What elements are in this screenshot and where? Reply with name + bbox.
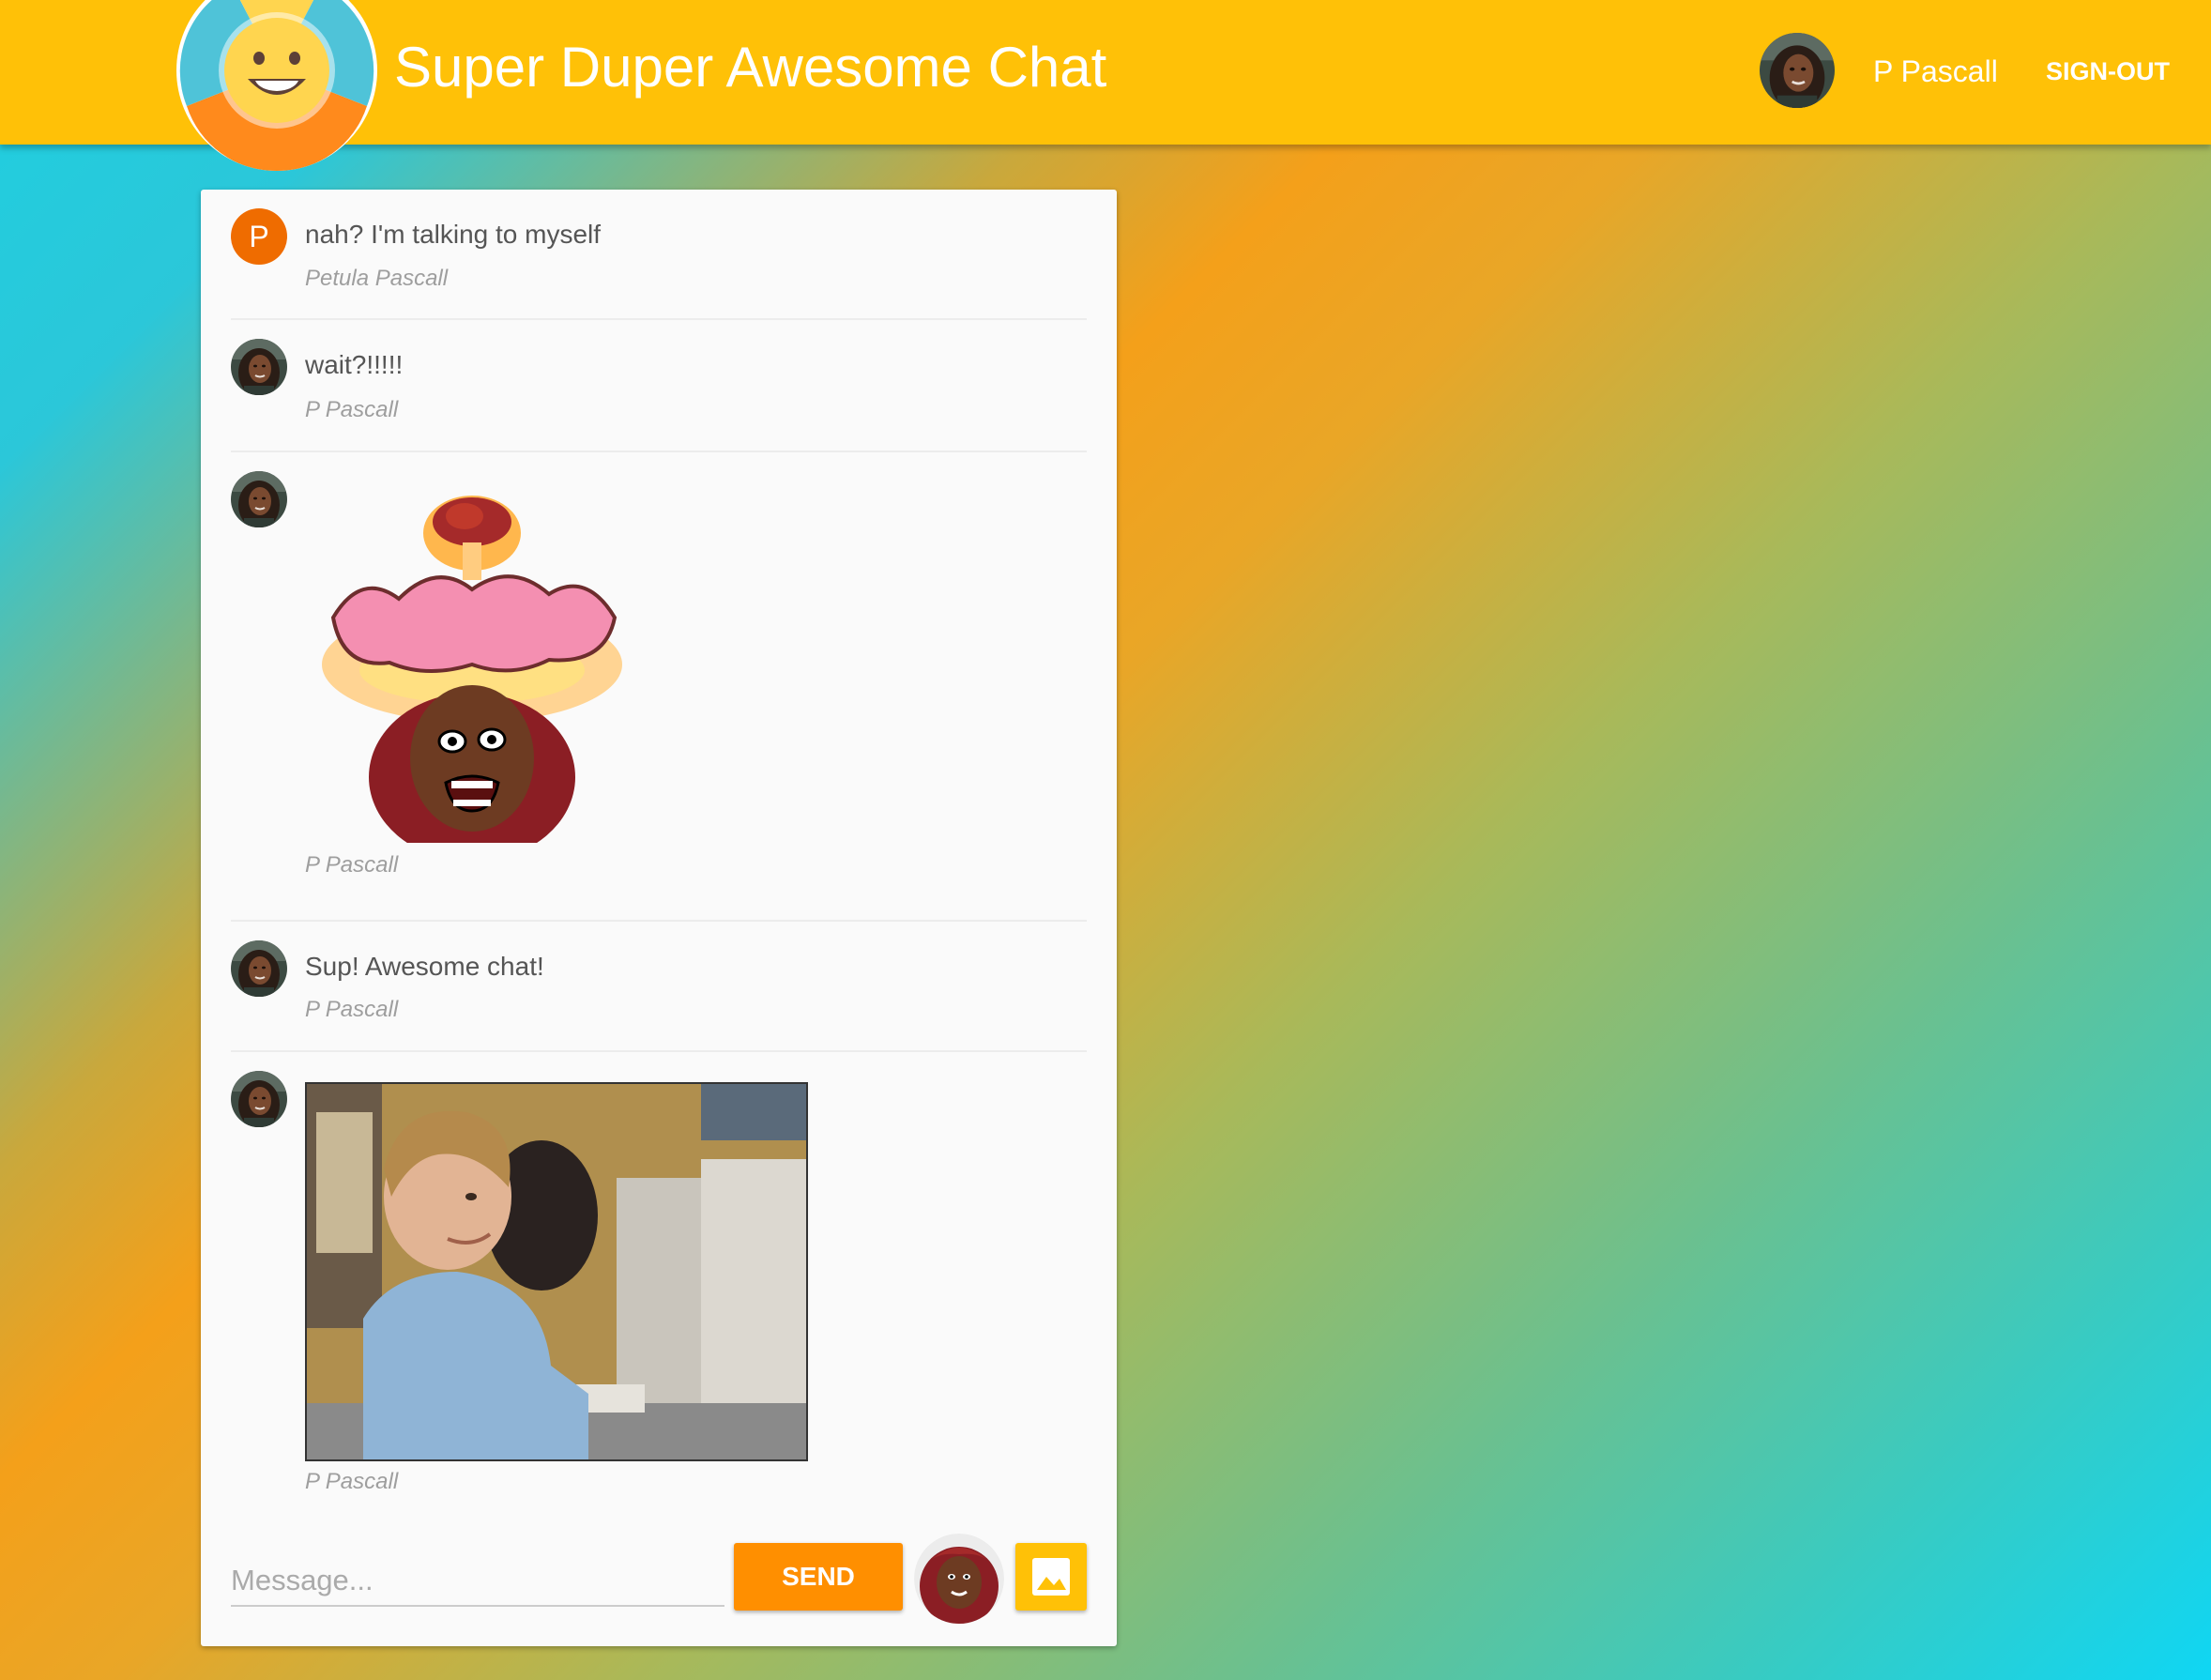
- message-text: Sup! Awesome chat!: [305, 952, 544, 981]
- message-author: P Pascall: [305, 397, 399, 422]
- message-author: P Pascall: [305, 1469, 399, 1494]
- user-name: P Pascall: [1873, 54, 1998, 88]
- message-text: nah? I'm talking to myself: [305, 220, 602, 249]
- message-item: P nah? I'm talking to myself Petula Pasc…: [231, 190, 1087, 320]
- app-title: Super Duper Awesome Chat: [394, 36, 1107, 99]
- message-text: wait?!!!!!: [305, 350, 404, 379]
- avatar: [231, 339, 287, 395]
- avatar: [231, 940, 287, 997]
- boy-at-computer-gif: [305, 1082, 808, 1461]
- messages-card: P nah? I'm talking to myself Petula Pasc…: [201, 190, 1117, 1646]
- bitmoji-avatar-icon[interactable]: [914, 1534, 1004, 1624]
- message-author: Petula Pascall: [305, 266, 449, 291]
- mind-blown-bitmoji-sticker: [305, 477, 624, 843]
- message-item: Sup! Awesome chat! P Pascall: [231, 922, 1087, 1052]
- avatar: P: [231, 208, 287, 265]
- message-item: P Pascall: [231, 1052, 1087, 1521]
- send-button[interactable]: SEND: [734, 1543, 903, 1611]
- message-item: wait?!!!!! P Pascall: [231, 320, 1087, 452]
- sign-out-button[interactable]: SIGN-OUT: [2046, 51, 2170, 92]
- image-icon[interactable]: [1015, 1543, 1087, 1611]
- avatar: [231, 471, 287, 527]
- message-author: P Pascall: [305, 852, 399, 878]
- message-input[interactable]: [231, 1556, 724, 1607]
- app-header: Super Duper Awesome Chat P Pascall SIGN-…: [0, 0, 2211, 171]
- message-author: P Pascall: [305, 997, 399, 1022]
- message-item: P Pascall: [231, 452, 1087, 922]
- user-avatar: [1760, 33, 1835, 108]
- smiley-face-icon: [176, 0, 377, 171]
- message-composer: SEND: [231, 1534, 1087, 1627]
- avatar: [231, 1071, 287, 1127]
